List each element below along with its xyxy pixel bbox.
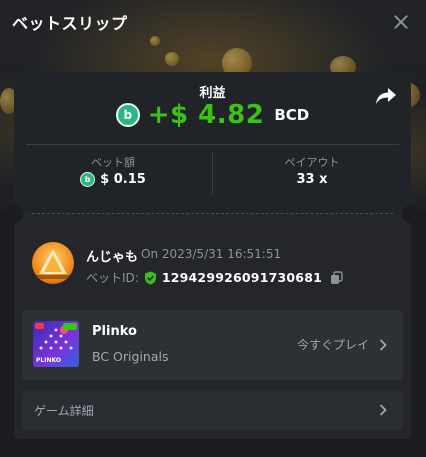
avatar[interactable]	[32, 242, 74, 284]
header: ベットスリップ	[0, 0, 426, 44]
bet-id-value: 129429926091730681	[161, 270, 322, 285]
username[interactable]: んじゃも	[86, 246, 138, 265]
dashed-divider	[32, 213, 393, 214]
game-thumbnail: PLINKO	[33, 321, 79, 367]
copy-icon[interactable]	[330, 270, 343, 285]
bet-amount-value: $ 0.15	[100, 172, 146, 187]
payout-label: ペイアウト	[284, 156, 340, 169]
play-now-label: 今すぐプレイ	[296, 338, 369, 352]
decorative-coin	[165, 52, 179, 66]
game-provider: BC Originals	[92, 349, 169, 364]
bcd-coin-icon: b	[80, 172, 96, 187]
payout-value: 33 x	[213, 172, 411, 187]
bet-id-label: ベットID:	[86, 271, 139, 285]
shield-check-icon	[144, 271, 156, 284]
bet-slip-card: 利益 b +$ 4.82 BCD ベット額 b $ 0.15 ペイアウト 33 …	[5, 72, 420, 439]
bet-id-row: ベットID: 129429926091730681	[86, 269, 343, 286]
bet-amount-label: ベット額	[91, 156, 135, 169]
game-details-row[interactable]: ゲーム詳細	[22, 390, 403, 430]
game-thumb-label: PLINKO	[36, 357, 61, 364]
bet-datetime: On 2023/5/31 16:51:51	[141, 247, 282, 261]
profit-label: 利益	[199, 86, 226, 101]
page-title: ベットスリップ	[12, 14, 128, 33]
chevron-right-icon	[379, 338, 387, 351]
profit-amount: +$ 4.82	[147, 100, 265, 130]
chevron-right-icon	[379, 404, 387, 416]
play-now-link[interactable]: 今すぐプレイ	[297, 336, 387, 353]
game-row[interactable]: PLINKO Plinko BC Originals 今すぐプレイ	[22, 310, 403, 380]
profit-currency: BCD	[274, 106, 310, 124]
ticket-notch-left	[5, 205, 23, 223]
game-details-label: ゲーム詳細	[34, 404, 94, 418]
bet-amount-value-row: b $ 0.15	[14, 172, 212, 187]
share-icon[interactable]	[375, 86, 397, 106]
ticket-notch-right	[402, 205, 420, 223]
divider	[26, 144, 399, 145]
profit-row: b +$ 4.82 BCD	[14, 100, 411, 130]
bcd-coin-icon: b	[115, 103, 140, 127]
payout-value-text: 33 x	[296, 172, 328, 187]
close-icon[interactable]	[394, 15, 408, 29]
game-name: Plinko	[92, 324, 137, 339]
